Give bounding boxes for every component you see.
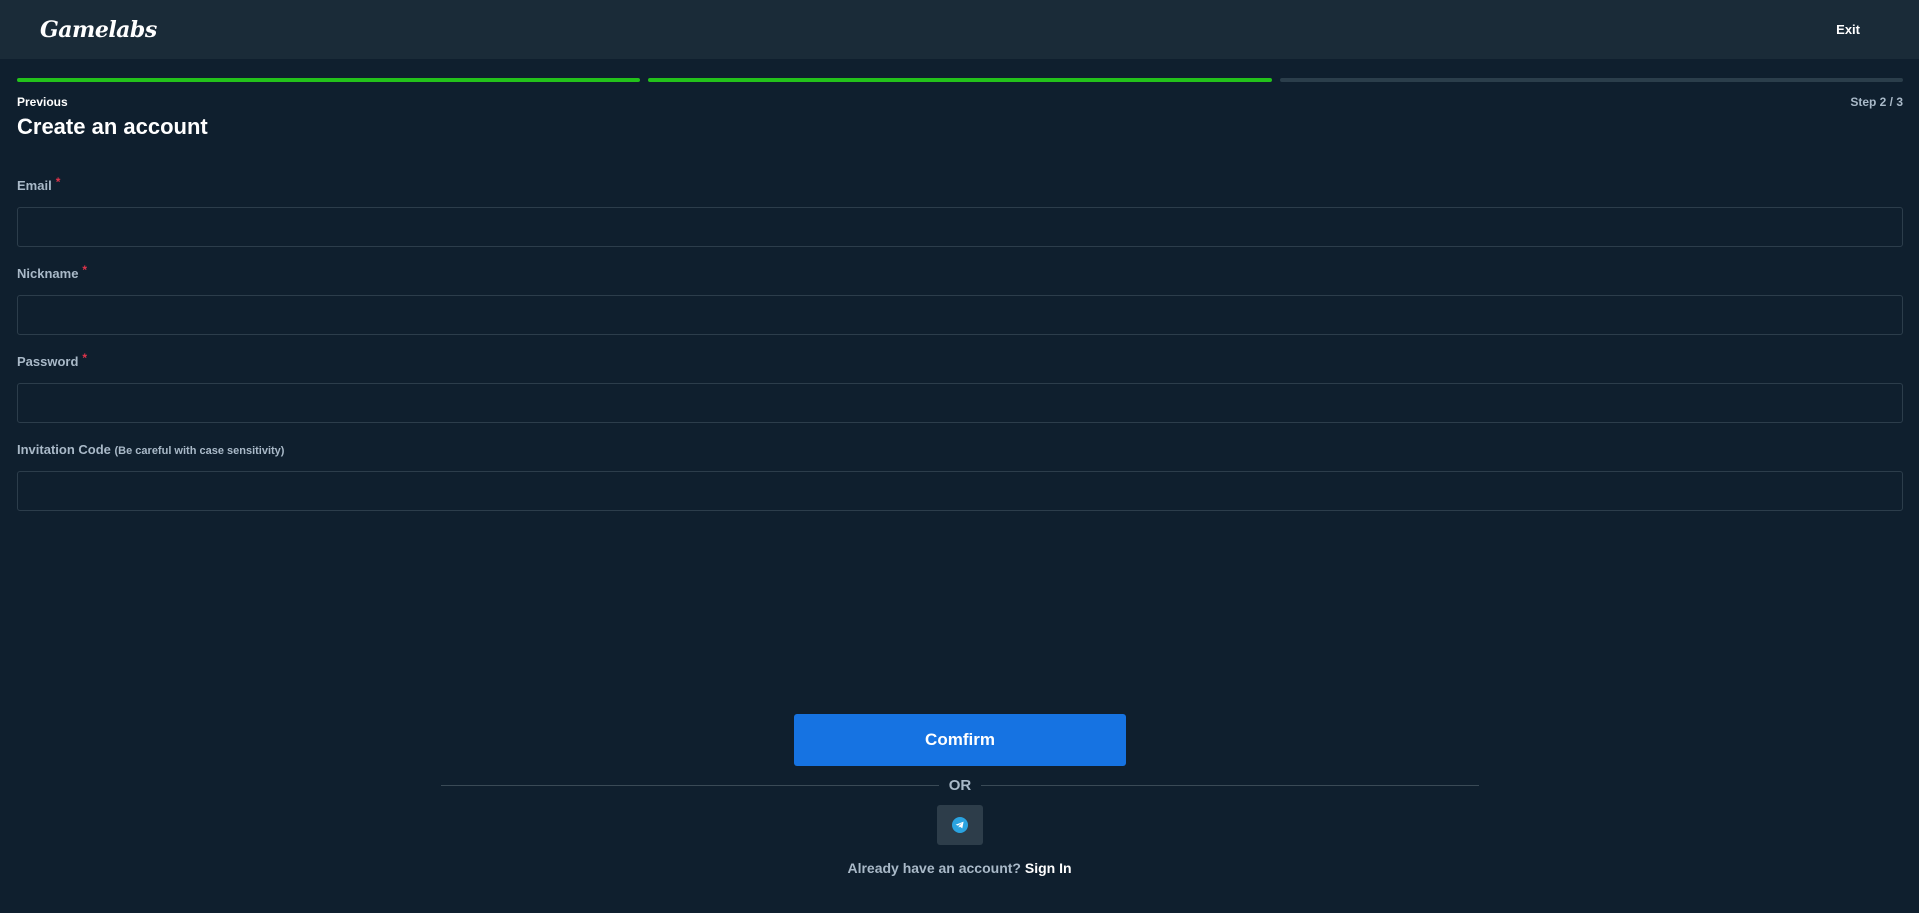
page-title: Create an account (17, 114, 208, 139)
gamelabs-logo[interactable]: Gamelabs (40, 17, 157, 43)
exit-button[interactable]: Exit (1836, 22, 1860, 37)
required-mark: * (55, 175, 61, 189)
nickname-label-text: Nickname (17, 266, 79, 281)
password-field[interactable] (17, 383, 1903, 423)
nickname-label: Nickname * (17, 263, 88, 281)
sign-in-link[interactable]: Sign In (1025, 860, 1072, 876)
invitation-code-hint: (Be careful with case sensitivity) (114, 445, 285, 457)
password-label-text: Password (17, 354, 79, 369)
step-nav-row: Previous Step 2 / 3 (17, 95, 1903, 109)
password-label: Password * (17, 351, 88, 369)
email-field[interactable] (17, 207, 1903, 247)
signin-prompt: Already have an account? Sign In (0, 860, 1919, 876)
email-label: Email * (17, 175, 61, 193)
or-divider: OR (441, 776, 1479, 794)
progress-segment-3 (1279, 78, 1903, 82)
progress-segment-1 (17, 78, 641, 82)
invitation-code-label-text: Invitation Code (17, 442, 111, 457)
invitation-code-field[interactable] (17, 471, 1903, 511)
divider-line (441, 784, 939, 786)
or-text: OR (948, 776, 972, 794)
top-bar: Gamelabs Exit (0, 0, 1919, 59)
required-mark: * (82, 351, 88, 365)
step-progress-bar (17, 78, 1903, 83)
nickname-field[interactable] (17, 295, 1903, 335)
email-label-text: Email (17, 178, 52, 193)
telegram-login-button[interactable] (937, 805, 983, 845)
previous-link[interactable]: Previous (17, 95, 68, 109)
confirm-button[interactable]: Comfirm (794, 714, 1126, 766)
required-mark: * (82, 263, 88, 277)
already-have-account-text: Already have an account? (847, 860, 1021, 876)
telegram-icon (952, 817, 968, 833)
progress-segment-2 (648, 78, 1272, 82)
step-indicator: Step 2 / 3 (1850, 95, 1903, 109)
invitation-code-label: Invitation Code (Be careful with case se… (17, 442, 284, 457)
divider-line (981, 784, 1479, 786)
